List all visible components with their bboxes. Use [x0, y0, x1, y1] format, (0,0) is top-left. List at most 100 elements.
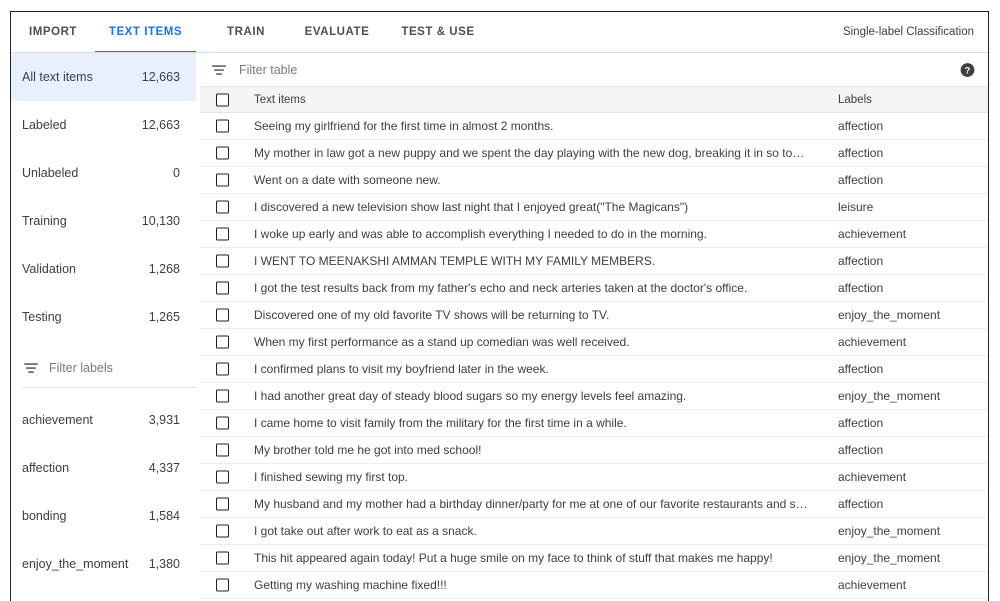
filter-list-icon[interactable] [23, 360, 39, 376]
sidebar-item-unlabeled[interactable]: Unlabeled 0 [11, 149, 196, 197]
cell-label: achievement [838, 335, 907, 349]
tab-import[interactable]: IMPORT [11, 12, 95, 53]
filter-labels-row[interactable]: Filter labels [11, 348, 196, 388]
sidebar-label-name: bonding [22, 509, 67, 523]
table-row[interactable]: My husband and my mother had a birthday … [200, 491, 988, 518]
sidebar-item-validation[interactable]: Validation 1,268 [11, 245, 196, 293]
table-row[interactable]: My mother in law got a new puppy and we … [200, 140, 988, 167]
table-row[interactable]: I had another great day of steady blood … [200, 383, 988, 410]
row-select-checkbox[interactable] [216, 524, 229, 538]
tab-evaluate[interactable]: EVALUATE [287, 12, 387, 53]
table-row[interactable]: When my first performance as a stand up … [200, 329, 988, 356]
tab-test-use[interactable]: TEST & USE [387, 12, 489, 53]
sidebar-item-training[interactable]: Training 10,130 [11, 197, 196, 245]
cell-text-item: I came home to visit family from the mil… [254, 416, 627, 430]
table-row[interactable]: I woke up early and was able to accompli… [200, 221, 988, 248]
cell-text-item: My brother told me he got into med schoo… [254, 443, 482, 457]
cell-text-item: I finished sewing my first top. [254, 470, 409, 484]
sidebar-item-label: Labeled [22, 118, 67, 132]
cell-label: leisure [838, 200, 874, 214]
cell-label: achievement [838, 227, 907, 241]
row-select-checkbox[interactable] [216, 308, 229, 322]
row-select-checkbox[interactable] [216, 497, 229, 511]
row-select-checkbox[interactable] [216, 389, 229, 403]
cell-text-item: Went on a date with someone new. [254, 173, 441, 187]
filter-labels-placeholder[interactable]: Filter labels [49, 361, 113, 375]
sidebar-item-count: 10,130 [141, 214, 180, 228]
sidebar-label-affection[interactable]: affection 4,337 [11, 444, 196, 492]
table-row[interactable]: Discovered one of my old favorite TV sho… [200, 302, 988, 329]
table-row[interactable]: Seeing my girlfriend for the first time … [200, 113, 988, 140]
help-circle-icon[interactable]: ? [960, 62, 975, 77]
sidebar-label-name: affection [22, 461, 70, 475]
tab-label: TEST & USE [401, 26, 475, 38]
table-row[interactable]: Getting my washing machine fixed!!! achie… [200, 572, 988, 599]
row-select-checkbox[interactable] [216, 335, 229, 349]
table-row[interactable]: Went on a date with someone new. affectio… [200, 167, 988, 194]
tab-text-items[interactable]: TEXT ITEMS [95, 12, 196, 53]
sidebar-label-bonding[interactable]: bonding 1,584 [11, 492, 196, 540]
row-select-checkbox[interactable] [216, 227, 229, 241]
row-select-checkbox[interactable] [216, 362, 229, 376]
cell-text-item: I got take out after work to eat as a sn… [254, 524, 477, 538]
row-select-checkbox[interactable] [216, 173, 229, 187]
row-select-checkbox[interactable] [216, 416, 229, 430]
sidebar-item-label: Training [22, 214, 67, 228]
table-row[interactable]: I got the test results back from my fath… [200, 275, 988, 302]
cell-label: enjoy_the_moment [838, 551, 941, 565]
table-row[interactable]: My brother told me he got into med schoo… [200, 437, 988, 464]
table-row[interactable]: I got take out after work to eat as a sn… [200, 518, 988, 545]
sidebar-item-label: Unlabeled [22, 166, 79, 180]
table-row[interactable]: This hit appeared again today! Put a hug… [200, 545, 988, 572]
select-all-checkbox[interactable] [216, 93, 229, 106]
cell-label: affection [838, 416, 884, 430]
cell-text-item: When my first performance as a stand up … [254, 335, 630, 349]
sidebar-item-count: 0 [173, 166, 180, 180]
sidebar-item-all-text-items[interactable]: All text items 12,663 [11, 53, 196, 101]
cell-label: enjoy_the_moment [838, 524, 941, 538]
row-select-checkbox[interactable] [216, 551, 229, 565]
row-select-checkbox[interactable] [216, 443, 229, 457]
row-select-checkbox[interactable] [216, 119, 229, 133]
table-row[interactable]: I finished sewing my first top. achieveme… [200, 464, 988, 491]
cell-label: affection [838, 254, 884, 268]
row-select-checkbox[interactable] [216, 578, 229, 592]
column-header-labels: Labels [838, 93, 872, 106]
sidebar-item-count: 12,663 [141, 118, 180, 132]
window-border-right [988, 11, 989, 601]
filter-table-input[interactable]: Filter table [239, 63, 297, 77]
cell-text-item: I confirmed plans to visit my boyfriend … [254, 362, 549, 376]
row-select-checkbox[interactable] [216, 281, 229, 295]
row-select-checkbox[interactable] [216, 146, 229, 160]
table-header-row: Text items Labels [200, 86, 988, 113]
sidebar-item-label: All text items [22, 70, 93, 84]
filter-list-icon[interactable] [211, 62, 227, 78]
cell-text-item: I WENT TO MEENAKSHI AMMAN TEMPLE WITH MY… [254, 254, 656, 268]
table-row[interactable]: I discovered a new television show last … [200, 194, 988, 221]
table-row[interactable]: I WENT TO MEENAKSHI AMMAN TEMPLE WITH MY… [200, 248, 988, 275]
sidebar-item-testing[interactable]: Testing 1,265 [11, 293, 196, 341]
cell-text-item: My mother in law got a new puppy and we … [254, 146, 805, 160]
tab-train[interactable]: TRAIN [205, 12, 287, 53]
sidebar-item-count: 1,268 [148, 262, 180, 276]
cell-text-item: Getting my washing machine fixed!!! [254, 578, 447, 592]
table-row[interactable]: I confirmed plans to visit my boyfriend … [200, 356, 988, 383]
sidebar-label-enjoy_the_moment[interactable]: enjoy_the_moment 1,380 [11, 540, 196, 588]
table-row[interactable]: I came home to visit family from the mil… [200, 410, 988, 437]
tab-bar: IMPORT TEXT ITEMS TRAIN EVALUATE TEST & USE … [11, 12, 988, 53]
svg-text:?: ? [965, 65, 971, 75]
cell-label: affection [838, 119, 884, 133]
sidebar-label-name: achievement [22, 413, 93, 427]
row-select-checkbox[interactable] [216, 470, 229, 484]
row-select-checkbox[interactable] [216, 254, 229, 268]
cell-label: achievement [838, 578, 907, 592]
cell-label: achievement [838, 470, 907, 484]
sidebar-label-achievement[interactable]: achievement 3,931 [11, 396, 196, 444]
cell-text-item: This hit appeared again today! Put a hug… [254, 551, 773, 565]
sidebar-item-count: 12,663 [141, 70, 180, 84]
cell-text-item: Discovered one of my old favorite TV sho… [254, 308, 610, 322]
sidebar-item-label: Validation [22, 262, 76, 276]
more-vert-icon[interactable] [166, 360, 180, 376]
sidebar-item-labeled[interactable]: Labeled 12,663 [11, 101, 196, 149]
row-select-checkbox[interactable] [216, 200, 229, 214]
